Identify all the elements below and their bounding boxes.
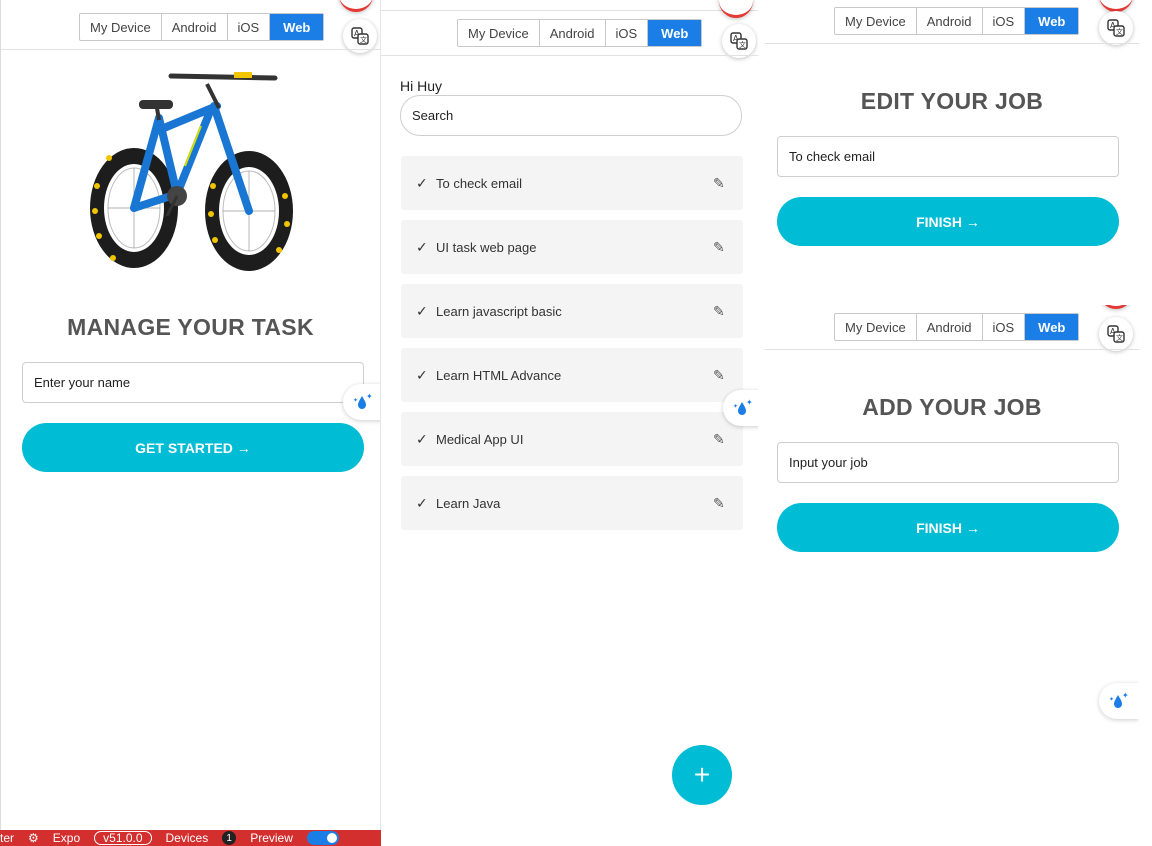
job-input[interactable]: Input your job — [777, 442, 1119, 483]
svg-text:文: 文 — [360, 35, 367, 44]
preview-label: Preview — [250, 831, 293, 845]
check-icon[interactable]: ✓ — [416, 495, 436, 512]
expo-label[interactable]: Expo — [53, 831, 80, 845]
task-item[interactable]: ✓ Learn HTML Advance ✎ — [401, 348, 743, 402]
platform-switcher: My Device Android iOS Web — [457, 19, 703, 47]
task-item[interactable]: ✓ To check email ✎ — [401, 156, 743, 210]
svg-text:✦: ✦ — [1109, 696, 1114, 703]
page-title: ADD YOUR JOB — [862, 394, 1042, 420]
translate-icon[interactable]: A文 — [722, 24, 756, 58]
greeting: Hi Huy — [400, 78, 443, 94]
tab-web[interactable]: Web — [1025, 8, 1079, 34]
header-divider — [765, 43, 1139, 44]
add-job-screen: My Device Android iOS Web A文 ADD YOUR JO… — [765, 305, 1139, 846]
sparkle-drop-icon[interactable]: ✦ ✦ — [723, 390, 758, 426]
tab-my-device[interactable]: My Device — [835, 8, 917, 34]
job-input[interactable]: To check email — [777, 136, 1119, 177]
tab-my-device[interactable]: My Device — [80, 14, 162, 40]
task-list-screen: My Device Android iOS Web A文 Hi Huy Sear… — [381, 0, 758, 846]
check-icon[interactable]: ✓ — [416, 367, 436, 384]
task-item[interactable]: ✓ Learn javascript basic ✎ — [401, 284, 743, 338]
svg-text:文: 文 — [1116, 27, 1123, 36]
header-divider — [381, 55, 758, 56]
record-button[interactable] — [339, 0, 373, 12]
platform-switcher: My Device Android iOS Web — [834, 313, 1080, 341]
pencil-icon[interactable]: ✎ — [713, 495, 743, 512]
record-button[interactable] — [1099, 305, 1133, 309]
sparkle-drop-icon[interactable]: ✦ ✦ — [1099, 683, 1139, 719]
page-title: EDIT YOUR JOB — [860, 88, 1044, 114]
platform-switcher: My Device Android iOS Web — [79, 13, 325, 41]
translate-icon[interactable]: A文 — [343, 19, 377, 53]
pencil-icon[interactable]: ✎ — [713, 431, 743, 448]
gear-icon[interactable]: ⚙ — [28, 831, 39, 845]
check-icon[interactable]: ✓ — [416, 239, 436, 256]
dev-toolbar: ter ⚙ Expo v51.0.0 Devices 1 Preview — [0, 830, 381, 846]
task-label: Learn HTML Advance — [436, 367, 562, 383]
name-input[interactable]: Enter your name — [22, 362, 364, 403]
task-label: UI task web page — [436, 239, 537, 255]
tab-web[interactable]: Web — [648, 20, 702, 46]
pencil-icon[interactable]: ✎ — [713, 239, 743, 256]
get-started-button[interactable]: GET STARTED → — [22, 423, 364, 472]
top-divider — [381, 10, 758, 11]
preview-toggle[interactable] — [306, 831, 339, 845]
svg-text:✦: ✦ — [746, 398, 753, 407]
edit-job-screen: My Device Android iOS Web A文 EDIT YOUR J… — [765, 0, 1139, 305]
task-item[interactable]: ✓ Medical App UI ✎ — [401, 412, 743, 466]
task-label: Medical App UI — [436, 431, 524, 447]
tab-my-device[interactable]: My Device — [835, 314, 917, 340]
svg-text:✦: ✦ — [733, 403, 738, 410]
check-icon[interactable]: ✓ — [416, 431, 436, 448]
tab-ios[interactable]: iOS — [606, 20, 649, 46]
check-icon[interactable]: ✓ — [416, 175, 436, 192]
task-label: Learn javascript basic — [436, 303, 562, 319]
finish-button[interactable]: FINISH → — [777, 197, 1119, 246]
tab-web[interactable]: Web — [1025, 314, 1079, 340]
pencil-icon[interactable]: ✎ — [713, 367, 743, 384]
platform-switcher: My Device Android iOS Web — [834, 7, 1080, 35]
tab-ios[interactable]: iOS — [228, 14, 271, 40]
translate-icon[interactable]: A文 — [1099, 317, 1133, 351]
tab-web[interactable]: Web — [270, 14, 324, 40]
tab-android[interactable]: Android — [540, 20, 606, 46]
pencil-icon[interactable]: ✎ — [713, 303, 743, 320]
tab-my-device[interactable]: My Device — [458, 20, 540, 46]
translate-icon[interactable]: A文 — [1099, 11, 1133, 45]
check-icon[interactable]: ✓ — [416, 303, 436, 320]
tab-ios[interactable]: iOS — [983, 8, 1026, 34]
svg-text:✦: ✦ — [353, 397, 358, 404]
tab-android[interactable]: Android — [917, 8, 983, 34]
task-item[interactable]: ✓ UI task web page ✎ — [401, 220, 743, 274]
header-divider — [1, 49, 380, 50]
devices-label[interactable]: Devices — [166, 831, 209, 845]
search-input[interactable]: Search — [400, 95, 742, 136]
toolbar-left-text: ter — [0, 831, 15, 845]
tab-android[interactable]: Android — [917, 314, 983, 340]
manage-task-screen: My Device Android iOS Web A文 MANAGE YOUR… — [0, 0, 381, 830]
task-label: To check email — [436, 175, 522, 191]
page-title: MANAGE YOUR TASK — [67, 314, 314, 340]
header-divider — [765, 349, 1139, 350]
task-label: Learn Java — [436, 495, 501, 511]
pencil-icon[interactable]: ✎ — [713, 175, 743, 192]
finish-button[interactable]: FINISH → — [777, 503, 1119, 552]
task-item[interactable]: ✓ Learn Java ✎ — [401, 476, 743, 530]
sparkle-drop-icon[interactable]: ✦ ✦ — [343, 384, 380, 420]
svg-text:文: 文 — [739, 40, 746, 49]
record-button[interactable] — [719, 0, 753, 18]
svg-text:✦: ✦ — [1122, 691, 1129, 700]
svg-text:文: 文 — [1116, 333, 1123, 342]
add-task-button[interactable]: + — [672, 745, 732, 805]
version-selector[interactable]: v51.0.0 — [94, 831, 152, 845]
tab-ios[interactable]: iOS — [983, 314, 1026, 340]
svg-text:✦: ✦ — [366, 392, 373, 401]
devices-count-badge: 1 — [222, 831, 237, 845]
tab-android[interactable]: Android — [162, 14, 228, 40]
bicycle-image — [90, 72, 293, 271]
